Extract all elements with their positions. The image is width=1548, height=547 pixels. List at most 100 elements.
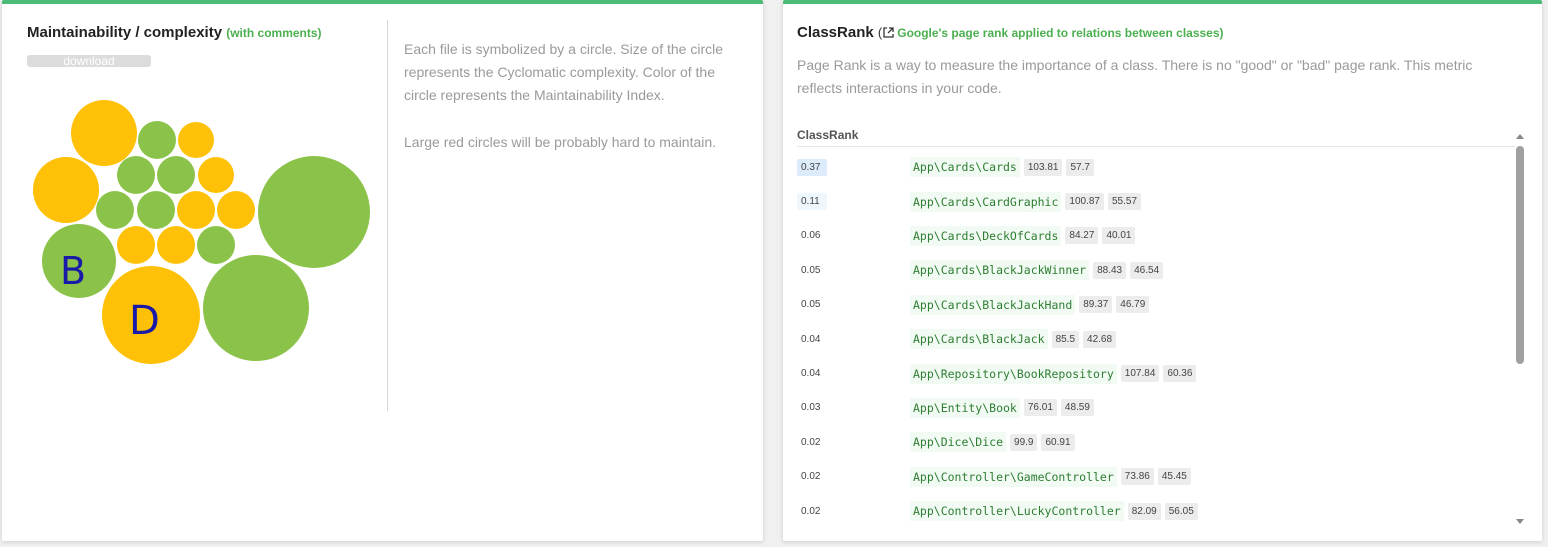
file-bubble[interactable] — [137, 191, 175, 229]
classrank-title-text: ClassRank — [797, 24, 874, 41]
file-bubble[interactable] — [197, 226, 235, 264]
scrollbar[interactable] — [1514, 132, 1528, 526]
class-name-link[interactable]: App\Cards\BlackJackWinner — [910, 260, 1090, 281]
table-row: 0.37 App\Cards\Cards 103.81 57.7 — [797, 150, 1515, 184]
annotation-letter-b: B — [60, 249, 86, 293]
class-cell: App\Cards\BlackJackHand 89.37 46.79 — [910, 294, 1150, 315]
scroll-down-arrow-icon[interactable] — [1516, 519, 1524, 524]
maintainability-description: Each file is symbolized by a circle. Siz… — [404, 38, 724, 178]
classrank-description: Page Rank is a way to measure the import… — [797, 57, 1473, 96]
table-row: 0.05 App\Cards\BlackJackWinner 88.43 46.54 — [797, 253, 1515, 287]
metric-badge: 46.54 — [1130, 261, 1164, 279]
metric-badge: 85.5 — [1051, 330, 1080, 348]
class-cell: App\Cards\BlackJackWinner 88.43 46.54 — [910, 260, 1164, 281]
class-cell: App\Entity\Book 76.01 48.59 — [910, 397, 1094, 418]
metric-badge: 82.09 — [1127, 502, 1161, 520]
file-bubble[interactable] — [258, 156, 370, 268]
metric-badge: 55.57 — [1108, 193, 1142, 211]
class-name-link[interactable]: App\Cards\BlackJack — [910, 329, 1048, 350]
file-bubble[interactable] — [157, 156, 195, 194]
metric-badge: 88.43 — [1093, 261, 1127, 279]
scroll-up-arrow-icon[interactable] — [1516, 134, 1524, 139]
paren-open: ( — [877, 25, 883, 40]
table-row: 0.11 App\Cards\CardGraphic 100.87 55.57 — [797, 184, 1515, 218]
class-cell: App\Cards\Cards 103.81 57.7 — [910, 157, 1094, 178]
file-bubble[interactable] — [117, 226, 155, 264]
table-row: 0.05 App\Cards\BlackJackHand 89.37 46.79 — [797, 288, 1515, 322]
rank-value: 0.03 — [801, 402, 821, 414]
table-row: 0.02 App\Controller\GameController 73.86 45… — [797, 460, 1515, 494]
file-bubble[interactable] — [117, 156, 155, 194]
classrank-column-header[interactable]: ClassRank — [797, 128, 1515, 147]
vertical-divider — [387, 20, 388, 411]
bubble-chart: B D — [33, 100, 370, 364]
table-row: 0.04 App\Cards\BlackJack 85.5 42.68 — [797, 322, 1515, 356]
classrank-list: 0.37 App\Cards\Cards 103.81 57.7 0.11 App\Car… — [797, 150, 1515, 528]
rank-value: 0.05 — [801, 299, 821, 311]
metric-badge: 103.81 — [1023, 158, 1063, 176]
file-bubble[interactable] — [217, 191, 255, 229]
scrollbar-thumb[interactable] — [1516, 146, 1524, 364]
pagerank-link[interactable]: Google's page rank applied to relations … — [897, 26, 1223, 40]
file-bubble[interactable] — [198, 157, 234, 193]
file-bubble[interactable] — [203, 255, 309, 361]
metric-badge: 48.59 — [1060, 399, 1094, 417]
external-link-icon[interactable] — [883, 27, 894, 38]
file-bubble[interactable] — [157, 226, 195, 264]
class-cell: App\Cards\DeckOfCards 84.27 40.01 — [910, 225, 1136, 246]
description-paragraph-2: Large red circles will be probably hard … — [404, 134, 717, 150]
metric-badge: 60.91 — [1041, 433, 1075, 451]
table-row: 0.02 App\Controller\LuckyController 82.09 5… — [797, 494, 1515, 528]
metric-badge: 107.84 — [1120, 365, 1160, 383]
class-name-link[interactable]: App\Controller\LuckyController — [910, 501, 1124, 522]
rank-value: 0.11 — [797, 193, 827, 211]
rank-value: 0.05 — [801, 264, 821, 276]
description-paragraph-1: Each file is symbolized by a circle. Siz… — [404, 41, 724, 103]
class-cell: App\Cards\BlackJack 85.5 42.68 — [910, 329, 1117, 350]
rank-value: 0.02 — [801, 505, 821, 517]
class-name-link[interactable]: App\Controller\GameController — [910, 466, 1117, 487]
metric-badge: 42.68 — [1083, 330, 1117, 348]
table-row: 0.04 App\Repository\BookRepository 107.84 6… — [797, 356, 1515, 390]
rank-value: 0.04 — [801, 368, 821, 380]
metric-badge: 100.87 — [1065, 193, 1104, 211]
metric-badge: 57.7 — [1066, 158, 1094, 176]
class-name-link[interactable]: App\Entity\Book — [910, 397, 1020, 418]
class-name-link[interactable]: App\Cards\CardGraphic — [910, 191, 1062, 212]
metric-badge: 89.37 — [1079, 296, 1113, 314]
file-bubble[interactable] — [96, 191, 134, 229]
class-name-link[interactable]: App\Dice\Dice — [910, 432, 1007, 453]
class-cell: App\Cards\CardGraphic 100.87 55.57 — [910, 191, 1142, 212]
rank-value: 0.37 — [797, 158, 827, 176]
metric-badge: 45.45 — [1157, 468, 1191, 486]
metric-badge: 56.05 — [1164, 502, 1198, 520]
file-bubble[interactable] — [71, 100, 137, 166]
metric-badge: 84.27 — [1065, 227, 1099, 245]
metric-badge: 40.01 — [1102, 227, 1136, 245]
table-row: 0.03 App\Entity\Book 76.01 48.59 — [797, 391, 1515, 425]
rank-value: 0.02 — [801, 471, 821, 483]
class-name-link[interactable]: App\Cards\Cards — [910, 157, 1020, 178]
class-name-link[interactable]: App\Repository\BookRepository — [910, 363, 1117, 384]
file-bubble[interactable] — [138, 121, 176, 159]
annotation-letter-d: D — [129, 298, 160, 344]
metric-badge: 99.9 — [1010, 433, 1038, 451]
class-name-link[interactable]: App\Cards\BlackJackHand — [910, 294, 1076, 315]
file-bubble[interactable] — [177, 191, 215, 229]
class-name-link[interactable]: App\Cards\DeckOfCards — [910, 225, 1062, 246]
file-bubble[interactable] — [178, 122, 214, 158]
class-cell: App\Dice\Dice 99.9 60.91 — [910, 432, 1075, 453]
table-row: 0.06 App\Cards\DeckOfCards 84.27 40.01 — [797, 219, 1515, 253]
rank-value: 0.02 — [801, 436, 821, 448]
file-bubble[interactable] — [33, 157, 99, 223]
metric-badge: 73.86 — [1120, 468, 1154, 486]
rank-value: 0.06 — [801, 230, 821, 242]
metric-badge: 46.79 — [1116, 296, 1150, 314]
class-cell: App\Controller\LuckyController 82.09 56.05 — [910, 501, 1198, 522]
table-row: 0.02 App\Dice\Dice 99.9 60.91 — [797, 425, 1515, 459]
maintainability-card: Maintainability / complexity (with comme… — [2, 0, 763, 541]
classrank-card: ClassRank ( Google's page rank applied t… — [783, 0, 1542, 541]
classrank-title: ClassRank ( Google's page rank applied t… — [797, 24, 1224, 41]
rank-value: 0.04 — [801, 333, 821, 345]
class-cell: App\Controller\GameController 73.86 45.45 — [910, 466, 1191, 487]
